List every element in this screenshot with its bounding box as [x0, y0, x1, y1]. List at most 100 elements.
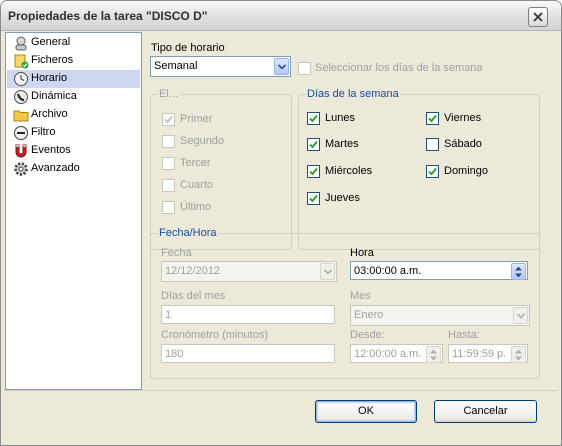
window-title: Propiedades de la tarea "DISCO D" [8, 9, 208, 23]
cancel-button[interactable]: Cancelar [434, 400, 537, 423]
ok-button-label: OK [358, 405, 374, 417]
checkbox-label: Domingo [444, 165, 489, 177]
hasta-spinner[interactable] [511, 346, 526, 363]
arrow-up-icon [515, 266, 522, 271]
checkbox-label: Segundo [180, 135, 225, 147]
checkmark-icon [428, 167, 437, 176]
dropdown-button[interactable] [513, 307, 528, 324]
checkbox[interactable] [162, 157, 175, 170]
schedule-type-select[interactable]: Semanal [150, 56, 291, 77]
checkbox[interactable] [426, 165, 439, 178]
fecha-value: 12/12/2012 [165, 265, 221, 277]
sidebar-item-label: Avanzado [31, 162, 80, 174]
cronometro-label: Cronómetro (minutos) [161, 329, 268, 341]
sidebar-item-label: Dinámica [31, 90, 77, 102]
checkbox-label: Primer [180, 113, 213, 125]
dropdown-button[interactable] [274, 58, 289, 75]
folder-icon [13, 110, 29, 122]
user-icon [15, 36, 27, 51]
sidebar-item-avanzado[interactable]: Avanzado [7, 160, 140, 178]
chevron-down-icon [517, 313, 525, 319]
checkbox[interactable] [162, 113, 175, 126]
checkbox[interactable] [162, 201, 175, 214]
checkbox[interactable] [426, 138, 439, 151]
schedule-panel: Tipo de horario Semanal Seleccionar los … [141, 32, 556, 388]
sidebar-item-label: Filtro [31, 126, 56, 138]
checkmark-icon [309, 140, 318, 149]
footer-separator [4, 390, 558, 391]
dias-mes-value: 1 [165, 309, 172, 321]
checkbox-label: Martes [325, 138, 359, 150]
folder-check-icon [14, 54, 29, 69]
phone-icon [14, 90, 28, 104]
chevron-down-icon [278, 64, 286, 70]
dias-mes-input[interactable]: 1 [161, 305, 335, 324]
select-days-label: Seleccionar los días de la semana [315, 62, 483, 74]
sidebar-item-archivo[interactable]: Archivo [7, 106, 140, 124]
checkbox[interactable] [307, 165, 320, 178]
ok-button[interactable]: OK [315, 400, 417, 423]
datetime-group: Fecha/Hora Fecha 12/12/2012 Hora 03:00:0… [150, 227, 540, 379]
hasta-input[interactable]: 11:59:59 p. [448, 344, 528, 363]
arrow-down-icon [430, 356, 437, 361]
desde-label: Desde: [350, 329, 385, 341]
checkbox[interactable] [162, 135, 175, 148]
magnet-icon [15, 144, 27, 158]
cronometro-value: 180 [165, 348, 184, 360]
desde-spinner[interactable] [426, 346, 441, 363]
select-days-checkbox[interactable] [298, 62, 311, 75]
checkbox[interactable] [162, 179, 175, 192]
sidebar-nav: General Ficheros Horario Dinámica Archiv… [5, 32, 142, 390]
checkbox[interactable] [307, 138, 320, 151]
checkmark-icon [164, 115, 173, 124]
arrow-down-icon [515, 356, 522, 361]
cronometro-input[interactable]: 180 [161, 344, 335, 363]
sidebar-item-label: Horario [31, 72, 68, 84]
hora-label: Hora [350, 247, 374, 259]
mes-select[interactable]: Enero [350, 305, 530, 326]
sidebar-item-general[interactable]: General [7, 34, 140, 52]
title-bar[interactable]: Propiedades de la tarea "DISCO D" [1, 1, 561, 31]
weekdays-group-title: Días de la semana [305, 88, 401, 100]
close-icon [533, 12, 543, 22]
hora-value: 03:00:00 a.m. [354, 265, 422, 277]
checkmark-icon [309, 114, 318, 123]
arrow-down-icon [515, 273, 522, 278]
sidebar-item-ficheros[interactable]: Ficheros [7, 52, 140, 70]
sidebar-item-label: Ficheros [31, 54, 74, 66]
clock-icon [14, 72, 28, 86]
datetime-group-title: Fecha/Hora [157, 227, 219, 239]
arrow-up-icon [515, 349, 522, 354]
chevron-down-icon [324, 269, 332, 275]
schedule-type-value: Semanal [154, 60, 198, 72]
checkbox[interactable] [307, 112, 320, 125]
arrow-up-icon [430, 349, 437, 354]
hora-spinner[interactable] [511, 263, 526, 280]
sidebar-item-filtro[interactable]: Filtro [7, 124, 140, 142]
dropdown-button[interactable] [320, 263, 335, 280]
mes-label: Mes [350, 290, 371, 302]
sidebar-item-dinamica[interactable]: Dinámica [7, 88, 140, 106]
schedule-type-label: Tipo de horario [151, 42, 225, 54]
mes-value: Enero [354, 309, 384, 321]
checkbox[interactable] [307, 192, 320, 205]
close-button[interactable] [528, 7, 548, 27]
sidebar-item-horario[interactable]: Horario [7, 70, 140, 88]
sidebar-item-eventos[interactable]: Eventos [7, 142, 140, 160]
checkmark-icon [309, 194, 318, 203]
checkbox[interactable] [426, 112, 439, 125]
dias-mes-label: Días del mes [161, 290, 226, 302]
sidebar-item-label: General [31, 36, 71, 48]
checkmark-icon [428, 114, 437, 123]
weekdays-group: Días de la semana Lunes Martes Miércoles… [298, 88, 540, 250]
checkbox-label: Viernes [444, 112, 482, 124]
fecha-label: Fecha [161, 247, 192, 259]
dialog-footer: OK Cancelar [4, 390, 558, 442]
desde-input[interactable]: 12:00:00 a.m. [350, 344, 443, 363]
dialog-content: General Ficheros Horario Dinámica Archiv… [4, 31, 558, 390]
checkbox-label: Tercer [180, 157, 211, 169]
fecha-picker[interactable]: 12/12/2012 [161, 261, 337, 282]
checkbox-label: Último [180, 201, 212, 213]
gear-icon [14, 162, 28, 176]
hora-input[interactable]: 03:00:00 a.m. [350, 261, 528, 280]
